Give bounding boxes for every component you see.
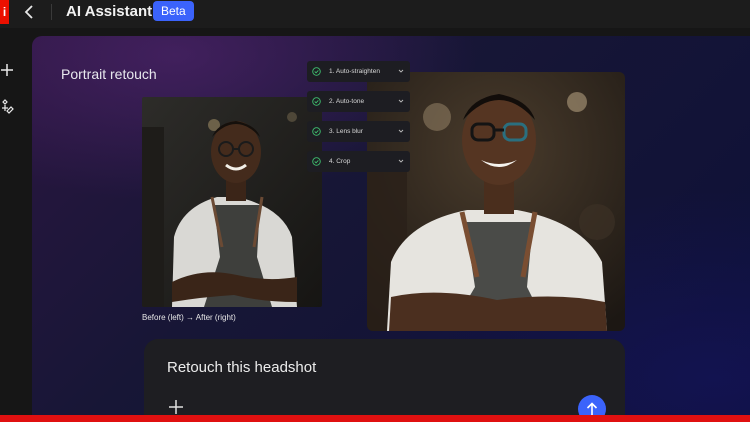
left-rail [0, 28, 32, 422]
beta-badge: Beta [153, 1, 194, 21]
plus-icon [1, 64, 13, 76]
chevron-down-icon [398, 69, 404, 73]
step-label: 4. Crop [329, 158, 351, 165]
check-circle-icon [312, 157, 321, 166]
tools-button[interactable] [0, 98, 14, 116]
check-circle-icon [312, 97, 321, 106]
chevron-down-icon [398, 99, 404, 103]
app-title: AI Assistant [66, 3, 153, 20]
chevron-down-icon [398, 159, 404, 163]
step-auto-tone[interactable]: 2. Auto-tone [307, 91, 410, 112]
arrow-up-icon [586, 402, 598, 415]
check-circle-icon [312, 67, 321, 76]
new-chat-button[interactable] [0, 61, 14, 79]
chevron-down-icon [398, 129, 404, 133]
sparkle-icon [1, 99, 14, 114]
step-label: 3. Lens blur [329, 128, 363, 135]
main-canvas: Portrait retouch Before (left) → After (… [32, 36, 750, 416]
app-logo[interactable]: i [0, 0, 9, 24]
step-label: 1. Auto-straighten [329, 68, 380, 75]
prompt-input[interactable]: Retouch this headshot [167, 359, 316, 376]
check-circle-icon [312, 127, 321, 136]
before-photo[interactable] [142, 97, 322, 307]
step-auto-straighten[interactable]: 1. Auto-straighten [307, 61, 410, 82]
step-label: 2. Auto-tone [329, 98, 365, 105]
step-crop[interactable]: 4. Crop [307, 151, 410, 172]
plus-icon [169, 400, 183, 414]
page-title: Portrait retouch [61, 66, 157, 82]
attach-button[interactable] [168, 399, 184, 415]
chevron-left-icon [24, 5, 33, 19]
app-logo-letter: i [2, 5, 7, 19]
header-divider [51, 4, 52, 20]
before-photo-illustration [142, 97, 322, 307]
step-lens-blur[interactable]: 3. Lens blur [307, 121, 410, 142]
prompt-box[interactable]: Retouch this headshot [144, 339, 625, 416]
edit-steps-list: 1. Auto-straighten 2. Auto-tone 3. Lens … [307, 61, 410, 181]
send-button[interactable] [578, 395, 606, 416]
bottom-progress-bar [0, 415, 750, 422]
top-bar: i AI Assistant Beta [0, 0, 750, 28]
comparison-caption: Before (left) → After (right) [142, 313, 236, 322]
back-button[interactable] [20, 2, 38, 22]
